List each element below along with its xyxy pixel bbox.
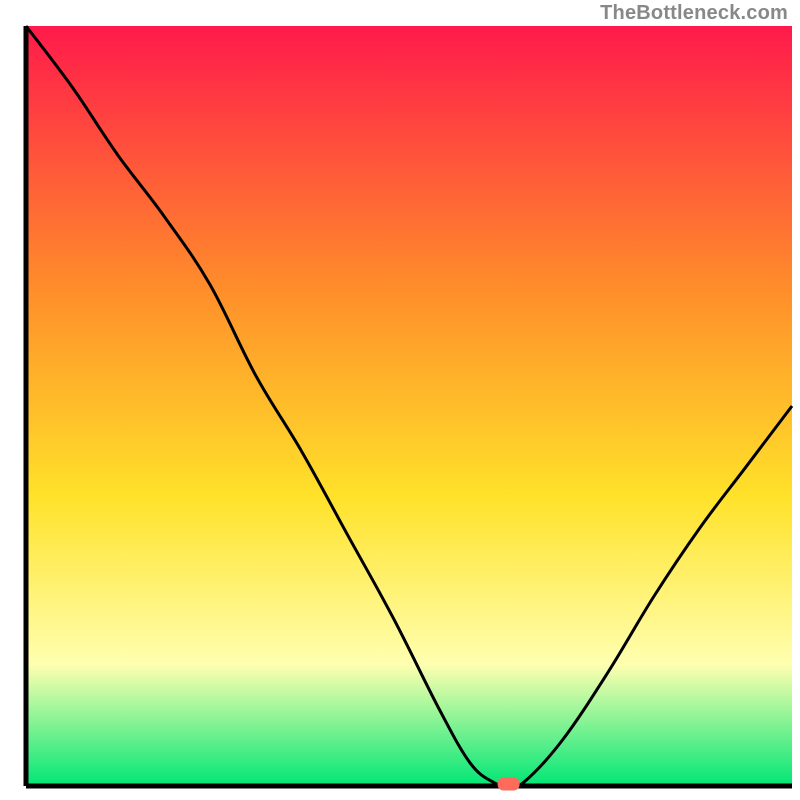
- optimal-marker: [498, 778, 520, 791]
- chart-stage: TheBottleneck.com: [0, 0, 800, 800]
- plot-background: [26, 26, 792, 786]
- bottleneck-chart: [0, 0, 800, 800]
